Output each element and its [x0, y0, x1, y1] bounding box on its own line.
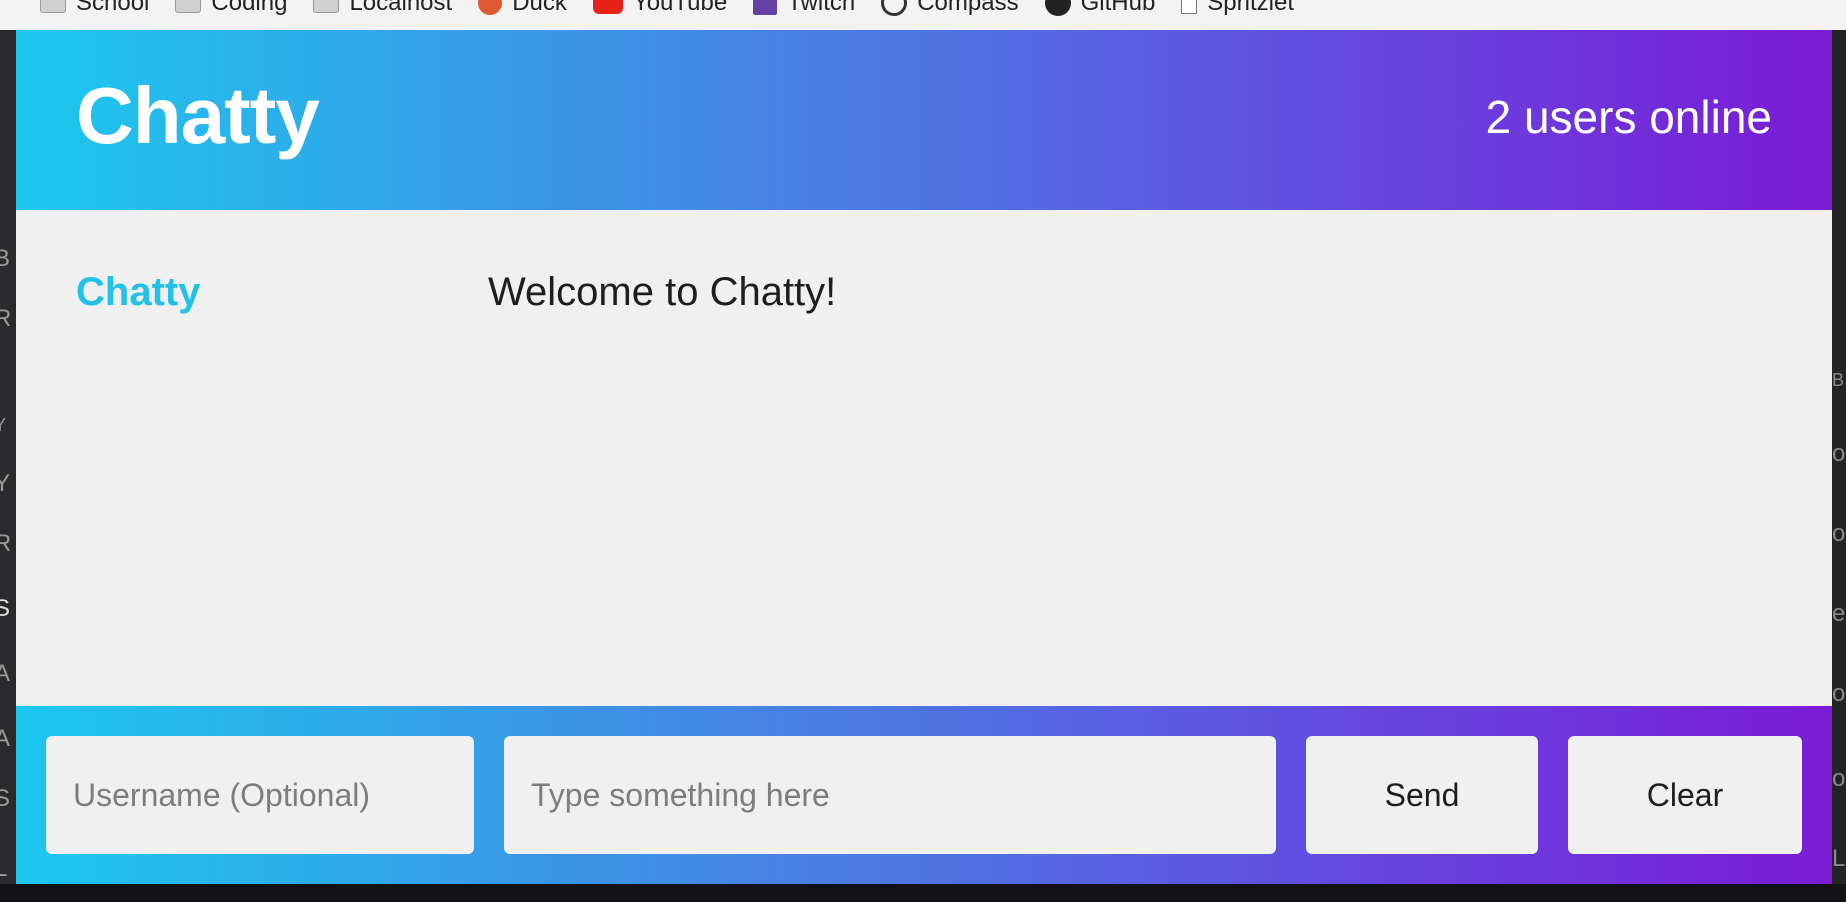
background-text: B: [1832, 370, 1845, 390]
message-item: Chatty Welcome to Chatty!: [76, 270, 836, 315]
background-text: Y: [0, 470, 11, 497]
background-text: A: [0, 660, 11, 687]
background-text: Y: [0, 415, 7, 435]
folder-icon: [175, 0, 202, 13]
message-content: Welcome to Chatty!: [488, 270, 837, 314]
bookmark-duck[interactable]: Duck: [478, 0, 567, 18]
bookmark-school[interactable]: School: [40, 0, 149, 18]
background-text: o: [1832, 440, 1846, 467]
github-icon: [1044, 0, 1071, 16]
bookmark-github[interactable]: GitHub: [1044, 0, 1156, 18]
username-input[interactable]: [46, 736, 474, 854]
bookmark-label: Duck: [512, 0, 567, 16]
twitch-icon: [753, 0, 778, 15]
background-text: S: [0, 785, 11, 812]
youtube-icon: [592, 0, 623, 14]
send-button[interactable]: Send: [1306, 736, 1538, 854]
bookmark-label: Spritzlet: [1207, 0, 1294, 16]
bookmarks-bar: School Coding Localhost Duck YouTube Twi…: [0, 0, 1846, 30]
folder-icon: [313, 0, 340, 13]
background-text: L: [0, 855, 8, 882]
bookmark-compass[interactable]: Compass: [881, 0, 1019, 18]
folder-icon: [40, 0, 66, 13]
navbar: Chatty 2 users online: [16, 30, 1832, 210]
chatty-app: Chatty 2 users online Chatty Welcome to …: [16, 30, 1832, 884]
bookmark-twitch[interactable]: Twitch: [753, 0, 855, 18]
background-text: B: [0, 245, 11, 272]
bookmark-label: YouTube: [632, 0, 728, 16]
background-text: L: [1832, 845, 1846, 872]
clear-button[interactable]: Clear: [1568, 736, 1802, 854]
bookmark-label: Twitch: [787, 0, 856, 16]
message-input[interactable]: [504, 736, 1276, 854]
message-username: Chatty: [76, 270, 201, 314]
page-icon: [1181, 0, 1198, 14]
duckduckgo-icon: [478, 0, 503, 15]
background-text: R: [0, 305, 12, 332]
bookmark-label: School: [76, 0, 150, 16]
bookmark-spritzlet[interactable]: Spritzlet: [1181, 0, 1294, 18]
bookmark-youtube[interactable]: YouTube: [592, 0, 728, 18]
message-list: Chatty Welcome to Chatty!: [16, 210, 1832, 706]
online-user-count: 2 users online: [1485, 91, 1772, 143]
bookmark-localhost[interactable]: Localhost: [313, 0, 452, 18]
background-text: R: [0, 530, 12, 557]
bookmark-label: GitHub: [1080, 0, 1156, 16]
background-window-left: B R Y Y R S A A S L: [0, 30, 16, 902]
bookmark-label: Localhost: [349, 0, 453, 16]
background-text: o: [1832, 680, 1846, 707]
background-text: e: [1832, 600, 1846, 627]
background-window-bottom: [0, 884, 1846, 902]
brand-title[interactable]: Chatty: [76, 70, 320, 162]
bookmark-label: Compass: [917, 0, 1019, 16]
background-text: o: [1832, 520, 1846, 547]
background-text: o: [1832, 765, 1846, 792]
bookmark-coding[interactable]: Coding: [175, 0, 287, 18]
chatbar: Send Clear: [16, 706, 1832, 884]
bookmark-label: Coding: [211, 0, 288, 16]
background-window-right: B o o e o o L: [1832, 30, 1846, 902]
background-text: S: [0, 595, 11, 622]
background-text: A: [0, 725, 11, 752]
compass-icon: [881, 0, 908, 16]
